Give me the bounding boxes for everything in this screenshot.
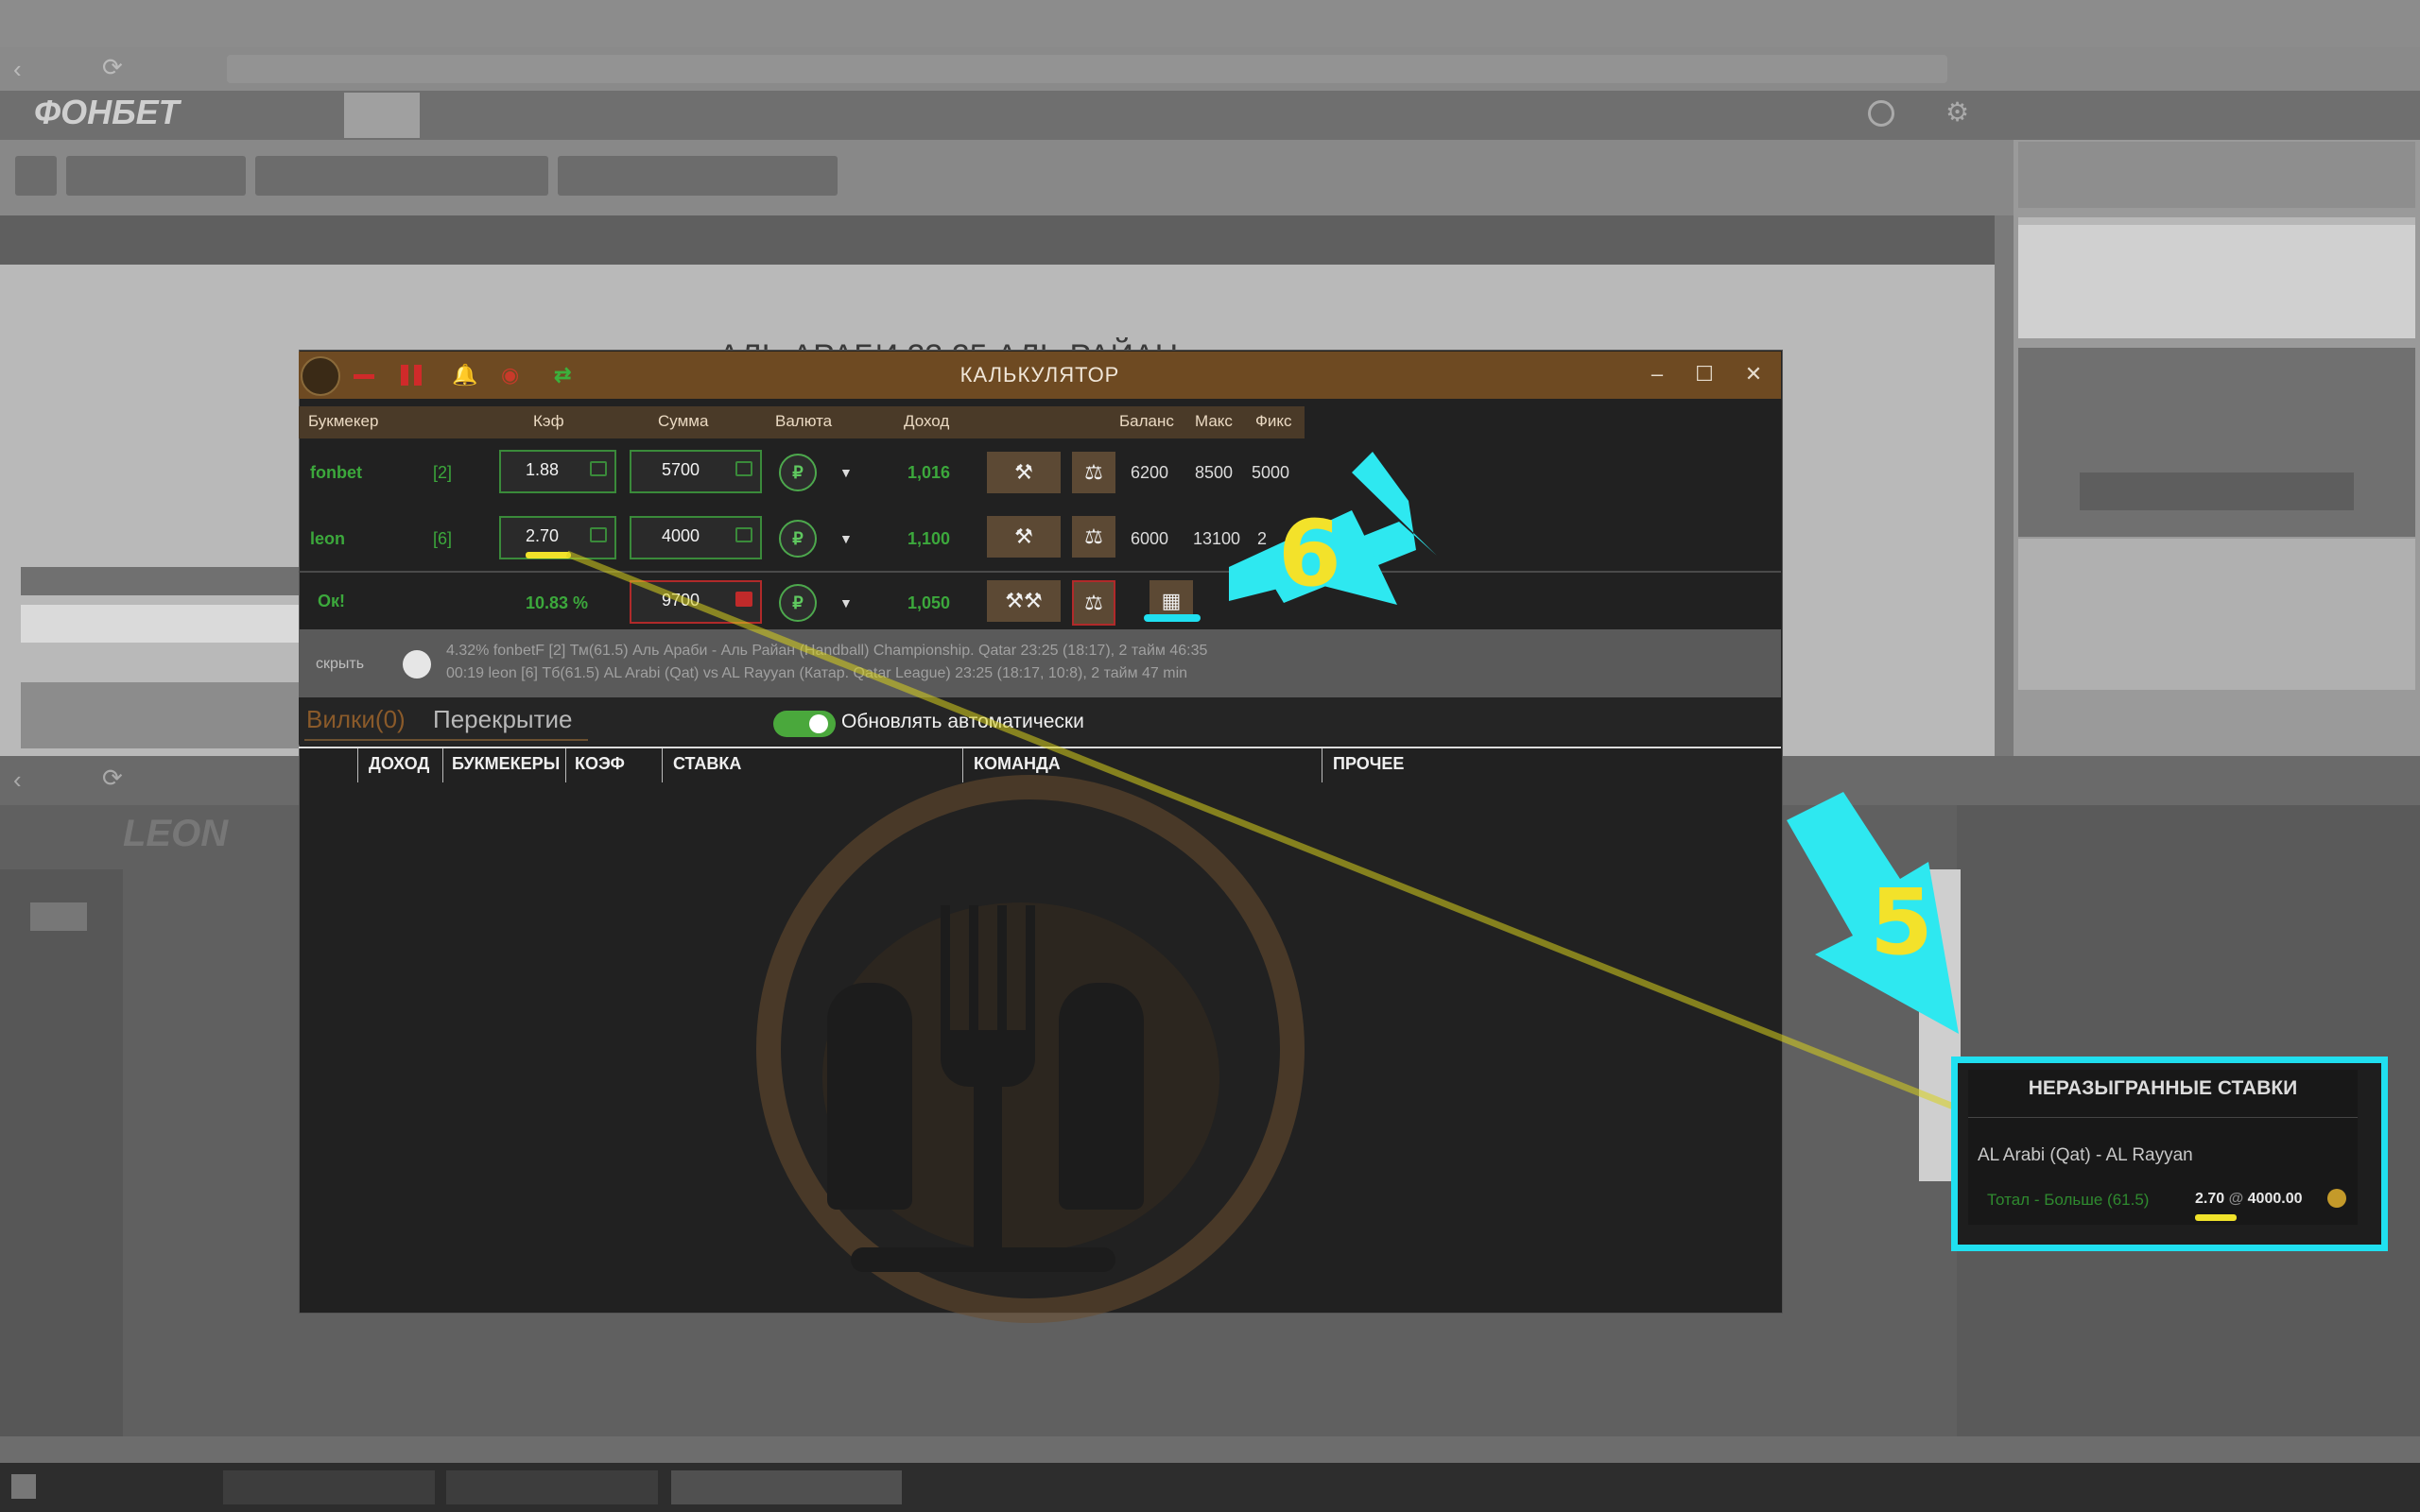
popup-bet-type: Тотал - Больше (61.5) (1987, 1191, 2150, 1209)
arrow-5-label: 5 (1870, 869, 1933, 975)
popup-at: @ (2228, 1191, 2244, 1207)
popup-odds-line: 2.70 @ 4000.00 (2195, 1191, 2303, 1208)
popup-odds: 2.70 (2195, 1191, 2225, 1207)
popup-title: НЕРАЗЫГРАННЫЕ СТАВКИ (2028, 1077, 2298, 1099)
annotation-overlay (565, 452, 2233, 1221)
popup-match: AL Arabi (Qat) - AL Rayyan (1978, 1145, 2193, 1165)
yellow-underline (2195, 1214, 2237, 1221)
popup-stake: 4000.00 (2247, 1191, 2303, 1207)
coin-icon (2327, 1189, 2346, 1208)
popup-divider (1968, 1117, 2358, 1118)
arrow-6-label: 6 (1278, 501, 1341, 607)
